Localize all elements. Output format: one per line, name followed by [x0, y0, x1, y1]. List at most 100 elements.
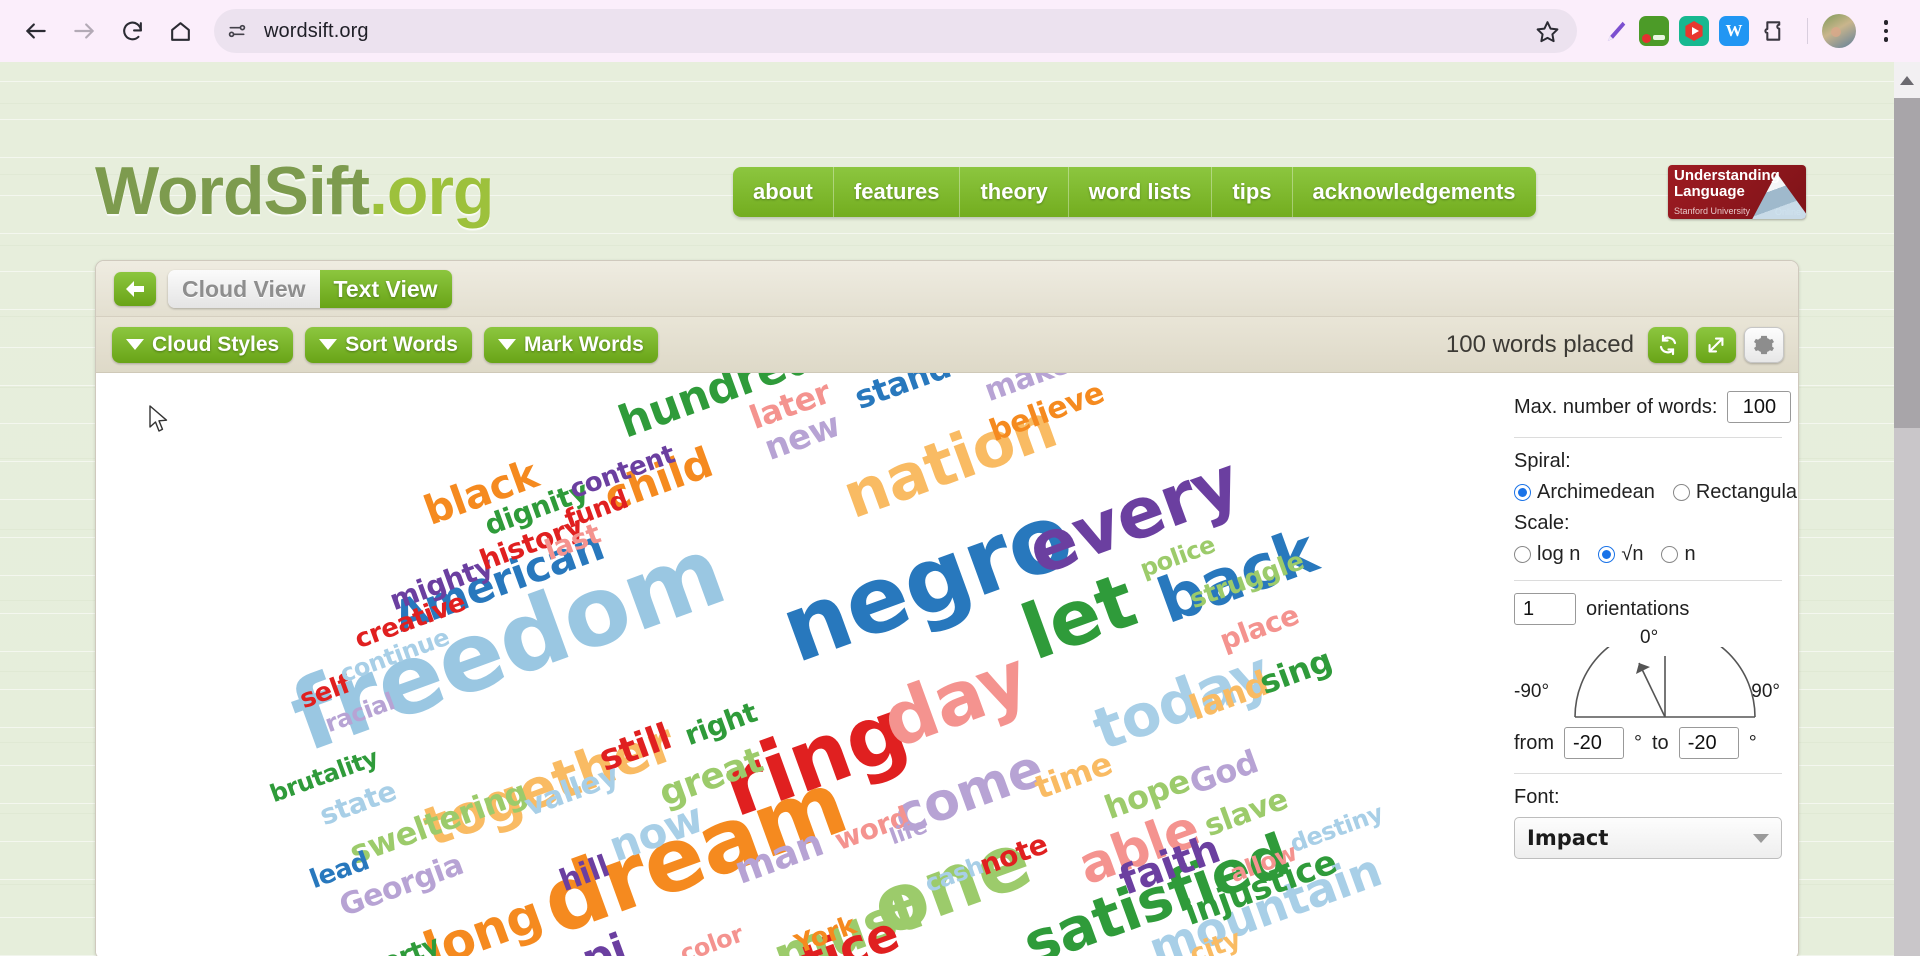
degree-symbol-from: °	[1634, 731, 1642, 754]
word-cloud-words: freedom negro ring dream let day one every natio…	[96, 373, 1476, 956]
chrome-menu-icon[interactable]	[1866, 11, 1906, 51]
green-recorder-extension-icon[interactable]	[1639, 16, 1669, 46]
toolbar-right: 100 words placed	[1445, 326, 1784, 363]
orientations-input[interactable]	[1514, 593, 1576, 625]
scrollbar-thumb[interactable]	[1894, 98, 1920, 428]
browser-home-button[interactable]	[158, 9, 202, 53]
extensions-puzzle-icon[interactable]	[1759, 14, 1793, 48]
dial-label-0: 0°	[1640, 627, 1659, 648]
spiral-section: Spiral: Archimedean Rectangular	[1514, 450, 1798, 504]
radio-archimedean-icon[interactable]	[1514, 484, 1531, 501]
divider	[1514, 580, 1782, 581]
nav-item-acknowledgements[interactable]: acknowledgements	[1293, 167, 1536, 217]
panel-body: freedom negro ring dream let day one every natio…	[96, 373, 1798, 956]
cloud-styles-button[interactable]: Cloud Styles	[112, 326, 294, 363]
settings-gear-button[interactable]	[1744, 326, 1784, 363]
dial-label-minus90: -90°	[1514, 681, 1550, 702]
cloud-word[interactable]: day	[871, 634, 1039, 765]
word-count-status: 100 words placed	[1445, 330, 1634, 358]
nav-item-word-lists[interactable]: word lists	[1069, 167, 1213, 217]
nav-item-about[interactable]: about	[733, 167, 834, 217]
site-logo[interactable]: WordSift.org	[95, 152, 494, 230]
profile-avatar[interactable]	[1822, 14, 1856, 48]
scale-radio-group: log n √n n	[1514, 543, 1798, 566]
cloud-settings-panel: Max. number of words: Spiral: Archimedea…	[1492, 373, 1798, 956]
page-content: WordSift.org about features theory word …	[0, 62, 1920, 956]
chevron-down-icon	[126, 339, 144, 350]
scale-section: Scale: log n √n n	[1514, 512, 1798, 566]
chevron-down-icon	[319, 339, 338, 350]
cloud-word[interactable]: God	[1185, 742, 1263, 802]
cloud-word[interactable]: color	[676, 920, 746, 956]
wordtune-extension-icon[interactable]: W	[1719, 16, 1749, 46]
mark-words-button[interactable]: Mark Words	[484, 326, 658, 363]
spiral-option-archimedean[interactable]: Archimedean	[1514, 481, 1655, 504]
understanding-language-badge[interactable]: Understanding Language Stanford Universi…	[1668, 165, 1806, 219]
scroll-up-button[interactable]	[1894, 62, 1920, 98]
pen-extension-icon[interactable]	[1599, 16, 1629, 46]
radio-logn-icon[interactable]	[1514, 546, 1531, 563]
url-text[interactable]: wordsift.org	[254, 20, 1529, 43]
view-tabs: Cloud View Text View	[168, 269, 452, 308]
degree-symbol-to: °	[1748, 731, 1757, 754]
scale-logn-label: log n	[1537, 543, 1581, 565]
view-bar: Cloud View Text View	[96, 261, 1798, 317]
chevron-down-icon	[1753, 833, 1769, 843]
cloud-word[interactable]: sing	[1255, 641, 1337, 702]
angle-to-input[interactable]	[1678, 727, 1739, 759]
font-selected-value: Impact	[1527, 826, 1609, 850]
screen-recorder-extension-icon[interactable]	[1679, 16, 1709, 46]
scale-option-logn[interactable]: log n	[1514, 543, 1580, 566]
badge-line-1: Understanding	[1674, 167, 1780, 184]
radio-sqrtn-icon[interactable]	[1598, 546, 1616, 563]
browser-toolbar: wordsift.org W	[0, 0, 1920, 62]
word-cloud-canvas[interactable]: freedom negro ring dream let day one every natio…	[96, 373, 1492, 956]
cloud-toolbar: Cloud Styles Sort Words Mark Words 100 w…	[96, 317, 1798, 373]
panel-back-button[interactable]	[114, 271, 156, 306]
browser-reload-button[interactable]	[110, 9, 154, 53]
font-label: Font:	[1514, 786, 1560, 808]
badge-line-4: Online	[1774, 207, 1801, 217]
radio-n-icon[interactable]	[1661, 546, 1679, 563]
max-words-input[interactable]	[1727, 391, 1792, 423]
radio-rectangular-icon[interactable]	[1672, 484, 1690, 501]
sort-words-button[interactable]: Sort Words	[305, 326, 472, 363]
expand-button[interactable]	[1696, 326, 1736, 363]
chevron-down-icon	[498, 339, 516, 350]
dial-graphic	[1574, 647, 1756, 718]
orientations-label: orientations	[1586, 597, 1690, 620]
scale-label: Scale:	[1514, 512, 1570, 534]
nav-item-theory[interactable]: theory	[960, 167, 1069, 217]
angle-from-input[interactable]	[1564, 727, 1624, 759]
badge-line-2: Language	[1674, 183, 1745, 200]
divider	[1514, 437, 1782, 438]
refresh-button[interactable]	[1648, 326, 1688, 363]
bookmark-star-icon[interactable]	[1529, 13, 1565, 49]
cloud-styles-label: Cloud Styles	[152, 332, 280, 356]
angle-range-row: from ° to °	[1514, 727, 1798, 759]
spiral-archimedean-label: Archimedean	[1537, 481, 1655, 503]
page-scrollbar[interactable]	[1894, 62, 1920, 956]
divider	[1514, 773, 1782, 774]
font-select[interactable]: Impact	[1514, 817, 1782, 859]
scale-option-n[interactable]: n	[1661, 543, 1696, 566]
spiral-label: Spiral:	[1514, 450, 1571, 472]
cloud-word[interactable]: stand	[850, 373, 956, 417]
tab-cloud-view[interactable]: Cloud View	[168, 269, 320, 308]
mark-words-label: Mark Words	[524, 332, 644, 356]
tab-text-view[interactable]: Text View	[319, 269, 452, 308]
browser-back-button[interactable]	[14, 9, 58, 53]
max-words-label: Max. number of words:	[1514, 395, 1718, 418]
sort-words-label: Sort Words	[345, 332, 458, 356]
address-bar[interactable]: wordsift.org	[214, 9, 1577, 53]
nav-item-tips[interactable]: tips	[1212, 167, 1293, 217]
cloud-word[interactable]: liberty	[346, 930, 443, 956]
scale-option-sqrtn[interactable]: √n	[1598, 543, 1643, 566]
browser-forward-button[interactable]	[62, 9, 106, 53]
badge-line-3: Stanford University	[1674, 206, 1751, 216]
spiral-option-rectangular[interactable]: Rectangular	[1672, 481, 1798, 504]
nav-item-features[interactable]: features	[834, 167, 961, 217]
orientation-dial[interactable]: 0° -90° 90°	[1514, 627, 1782, 721]
font-section: Font: Impact	[1514, 786, 1798, 859]
site-info-icon[interactable]	[220, 14, 254, 48]
